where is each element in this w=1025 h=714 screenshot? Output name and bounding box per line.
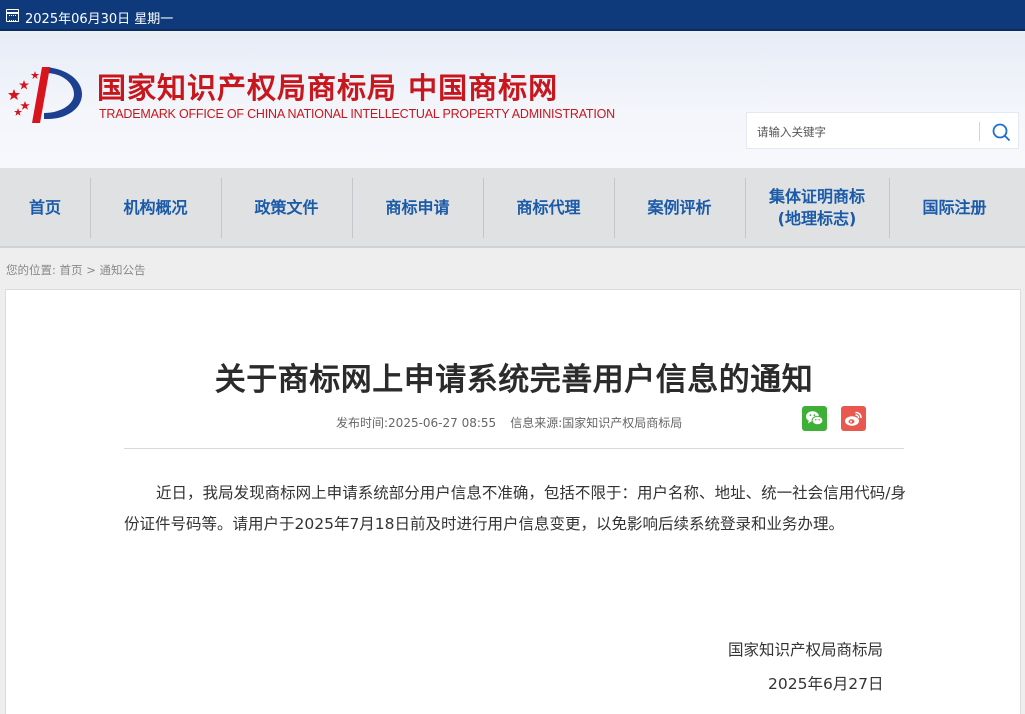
- article-title: 关于商标网上申请系统完善用户信息的通知: [214, 362, 814, 398]
- title-divider: [124, 448, 904, 449]
- article-body: 近日，我局发现商标网上申请系统部分用户信息不准确，包括不限于：用户名称、地址、统…: [124, 484, 906, 533]
- breadcrumb: 您的位置: 首页 > 通知公告: [6, 262, 145, 278]
- search-divider: [979, 122, 980, 141]
- nav-item-cases[interactable]: 案例评析: [614, 178, 745, 238]
- wechat-share-button[interactable]: [802, 406, 827, 431]
- site-title: 国家知识产权局商标局 中国商标网: [97, 71, 559, 105]
- breadcrumb-home-link[interactable]: 首页: [60, 263, 83, 277]
- nav-item-geographical-indication[interactable]: 集体证明商标 (地理标志): [745, 178, 889, 238]
- nav-item-policy[interactable]: 政策文件: [221, 178, 352, 238]
- source-value: 国家知识产权局商标局: [562, 416, 683, 430]
- nav-item-agency[interactable]: 商标代理: [483, 178, 614, 238]
- signature-date: 2025年6月27日: [768, 675, 884, 693]
- search-box[interactable]: 请输入关键字: [746, 112, 1019, 149]
- site-header: 国家知识产权局商标局 中国商标网 TRADEMARK OFFICE OF CHI…: [0, 33, 1025, 168]
- current-date: 2025年06月30日 星期一: [25, 12, 174, 27]
- article-meta: 发布时间:2025-06-27 08:55 信息来源:国家知识产权局商标局: [336, 414, 682, 431]
- publish-time-label: 发布时间:: [336, 416, 389, 430]
- nav-item-home[interactable]: 首页: [0, 178, 90, 238]
- search-icon[interactable]: [990, 121, 1012, 143]
- top-date-bar: 2025年06月30日 星期一: [0, 0, 1025, 31]
- search-input[interactable]: 请输入关键字: [757, 124, 826, 140]
- wechat-icon: [806, 411, 824, 426]
- nav-item-international[interactable]: 国际注册: [889, 178, 1020, 238]
- breadcrumb-current-link[interactable]: 通知公告: [99, 263, 145, 277]
- article-card: 关于商标网上申请系统完善用户信息的通知 发布时间:2025-06-27 08:5…: [5, 289, 1021, 714]
- source-label: 信息来源:: [510, 416, 563, 430]
- signature-organization: 国家知识产权局商标局: [728, 641, 884, 659]
- publish-time: 2025-06-27 08:55: [388, 416, 497, 430]
- breadcrumb-separator: >: [86, 263, 96, 277]
- main-nav: 首页 机构概况 政策文件 商标申请 商标代理 案例评析 集体证明商标 (地理标志…: [0, 168, 1025, 248]
- logo-icon[interactable]: [4, 63, 86, 125]
- nav-item-organization[interactable]: 机构概况: [90, 178, 221, 238]
- breadcrumb-prefix: 您的位置:: [6, 263, 56, 277]
- site-subtitle: TRADEMARK OFFICE OF CHINA NATIONAL INTEL…: [99, 107, 615, 121]
- weibo-share-button[interactable]: [841, 406, 866, 431]
- weibo-icon: [845, 411, 862, 426]
- calendar-icon: [6, 9, 19, 22]
- nav-item-application[interactable]: 商标申请: [352, 178, 483, 238]
